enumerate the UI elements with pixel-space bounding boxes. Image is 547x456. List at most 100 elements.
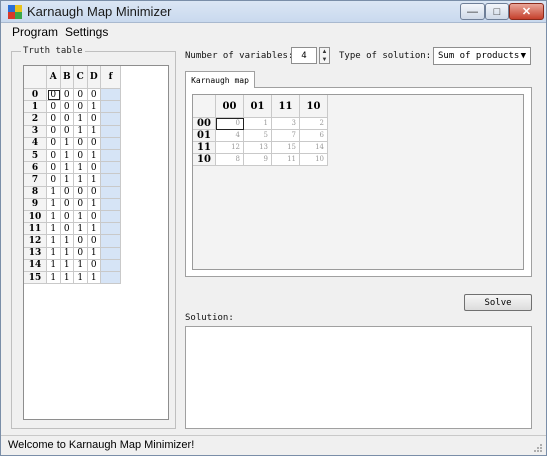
truth-table-cell: 0 — [74, 89, 88, 102]
truth-table-f-cell[interactable] — [101, 223, 121, 236]
maximize-icon: □ — [493, 5, 501, 18]
kmap-cell[interactable]: 12 — [216, 142, 244, 154]
kmap-cell[interactable]: 14 — [300, 142, 328, 154]
truth-table-f-cell[interactable] — [101, 174, 121, 187]
truth-table-f-cell[interactable] — [101, 137, 121, 150]
kmap-cell[interactable]: 10 — [300, 154, 328, 166]
truth-table-cell: 0 — [60, 113, 74, 126]
tab-label: Karnaugh map — [191, 75, 249, 85]
kmap-cell[interactable]: 5 — [244, 130, 272, 142]
truth-table-row-index: 7 — [24, 174, 47, 187]
truth-table-f-cell[interactable] — [101, 259, 121, 272]
truth-table-f-cell[interactable] — [101, 150, 121, 163]
spin-up-icon[interactable]: ▲ — [320, 48, 329, 56]
maximize-button[interactable]: □ — [485, 3, 509, 20]
truth-table-f-cell[interactable] — [101, 101, 121, 114]
kmap-cell[interactable]: 4 — [216, 130, 244, 142]
truth-table-f-cell[interactable] — [101, 198, 121, 211]
tab-karnaugh-map[interactable]: Karnaugh map — [185, 71, 255, 88]
kmap-cell[interactable]: 8 — [216, 154, 244, 166]
truth-table-row-index: 9 — [24, 198, 47, 211]
solution-output[interactable] — [185, 326, 532, 429]
truth-table-f-cell[interactable] — [101, 272, 121, 285]
truth-table-cell: 0 — [74, 150, 88, 163]
truth-table-cell: 0 — [47, 137, 61, 150]
truth-table-cell: 0 — [74, 186, 88, 199]
solution-type-select[interactable]: Sum of products ▼ — [433, 47, 531, 65]
truth-table-f-cell[interactable] — [101, 247, 121, 260]
kmap-row-header: 10 — [193, 154, 216, 166]
truth-table: ABCDf00000100012001030011401005010160110… — [23, 65, 169, 420]
kmap-corner — [193, 95, 216, 118]
truth-table-cell: 0 — [87, 186, 101, 199]
truth-table-row-index: 4 — [24, 137, 47, 150]
truth-table-row-index: 6 — [24, 162, 47, 175]
truth-table-f-cell[interactable] — [101, 162, 121, 175]
kmap-cell[interactable]: 0 — [216, 118, 244, 130]
truth-table-label: Truth table — [21, 46, 85, 56]
solve-label: Solve — [484, 297, 512, 308]
menu-settings[interactable]: Settings — [65, 25, 108, 39]
truth-table-row-index: 2 — [24, 113, 47, 126]
truth-table-f-cell[interactable] — [101, 186, 121, 199]
truth-table-cell: 0 — [87, 162, 101, 175]
kmap-cell[interactable]: 15 — [272, 142, 300, 154]
kmap-col-header: 11 — [272, 95, 300, 118]
kmap-cell[interactable]: 2 — [300, 118, 328, 130]
spin-down-icon[interactable]: ▼ — [320, 56, 329, 64]
truth-table-cell: 1 — [60, 162, 74, 175]
kmap-cell[interactable]: 11 — [272, 154, 300, 166]
truth-table-header-d: D — [87, 66, 101, 89]
num-vars-input[interactable]: 4 — [291, 47, 317, 64]
truth-table-cell: 0 — [47, 125, 61, 138]
kmap-cell[interactable]: 6 — [300, 130, 328, 142]
truth-table-f-cell[interactable] — [101, 113, 121, 126]
truth-table-cell: 0 — [47, 174, 61, 187]
minimize-button[interactable]: — — [460, 3, 485, 20]
truth-table-corner — [24, 66, 47, 89]
truth-table-cell: 0 — [47, 101, 61, 114]
resize-grip-icon[interactable] — [533, 443, 543, 453]
solution-label: Solution: — [185, 313, 234, 323]
truth-table-cell: 0 — [74, 247, 88, 260]
truth-table-cell: 0 — [60, 101, 74, 114]
truth-table-f-cell[interactable] — [101, 89, 121, 102]
truth-table-cell: 1 — [47, 272, 61, 285]
chevron-down-icon: ▼ — [520, 51, 526, 61]
truth-table-header-f: f — [101, 66, 121, 89]
truth-table-cell: 1 — [47, 259, 61, 272]
title-bar: Karnaugh Map Minimizer — □ ✕ — [1, 1, 546, 23]
truth-table-row-index: 5 — [24, 150, 47, 163]
truth-table-cell: 1 — [87, 272, 101, 285]
truth-table-cell: 1 — [47, 211, 61, 224]
truth-table-cell: 0 — [47, 150, 61, 163]
close-button[interactable]: ✕ — [509, 3, 544, 20]
truth-table-cell: 0 — [60, 186, 74, 199]
truth-table-cell: 1 — [87, 150, 101, 163]
solution-type-label: Type of solution: — [339, 51, 432, 61]
kmap-cell[interactable]: 3 — [272, 118, 300, 130]
truth-table-cell: 1 — [87, 101, 101, 114]
truth-table-f-cell[interactable] — [101, 125, 121, 138]
status-text: Welcome to Karnaugh Map Minimizer! — [8, 439, 195, 451]
kmap-cell[interactable]: 13 — [244, 142, 272, 154]
kmap-cell[interactable]: 9 — [244, 154, 272, 166]
truth-table-header-c: C — [74, 66, 88, 89]
truth-table-cell: 1 — [74, 211, 88, 224]
num-vars-spinner[interactable]: ▲ ▼ — [319, 47, 330, 64]
kmap-cell[interactable]: 7 — [272, 130, 300, 142]
window-title: Karnaugh Map Minimizer — [27, 4, 172, 19]
truth-table-f-cell[interactable] — [101, 211, 121, 224]
truth-table-row-index: 13 — [24, 247, 47, 260]
truth-table-f-cell[interactable] — [101, 235, 121, 248]
truth-table-cell: 0 — [87, 137, 101, 150]
truth-table-cell: 0 — [60, 198, 74, 211]
menu-program[interactable]: Program — [12, 25, 58, 39]
truth-table-cell: 0 — [60, 125, 74, 138]
kmap-cell[interactable]: 1 — [244, 118, 272, 130]
truth-table-cell: 0 — [87, 211, 101, 224]
solve-button[interactable]: Solve — [464, 294, 532, 311]
kmap-col-header: 00 — [216, 95, 244, 118]
truth-table-cell: 1 — [74, 113, 88, 126]
app-icon — [8, 5, 22, 19]
